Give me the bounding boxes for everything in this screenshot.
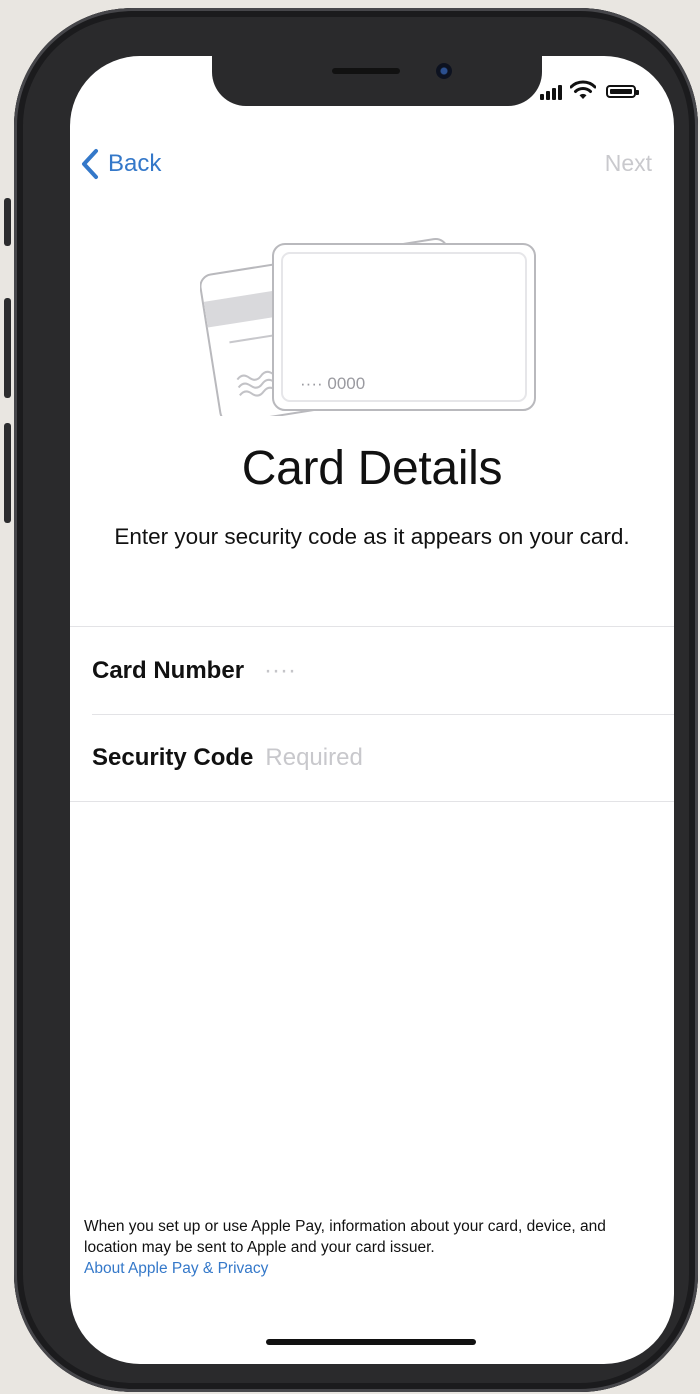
card-number-label: Card Number (92, 656, 245, 684)
chevron-left-icon (82, 149, 98, 179)
front-camera (436, 63, 452, 79)
page-subtitle: Enter your security code as it appears o… (114, 524, 630, 549)
card-number-row: Card Number ···· (70, 627, 674, 714)
home-indicator[interactable] (266, 1339, 476, 1345)
back-button[interactable]: Back (80, 146, 161, 182)
volume-up-button (4, 298, 11, 398)
next-button[interactable]: Next (605, 150, 652, 177)
page-title: Card Details (241, 442, 503, 495)
privacy-link[interactable]: About Apple Pay & Privacy (84, 1258, 268, 1279)
privacy-footer: When you set up or use Apple Pay, inform… (84, 1216, 652, 1279)
back-label: Back (108, 150, 162, 177)
wifi-icon (570, 80, 596, 99)
status-bar (540, 80, 650, 102)
screen: Back Next ···· 0000 Card Details Enter y… (70, 56, 674, 1364)
notch (212, 56, 542, 106)
credit-card-illustration: ···· 0000 (200, 237, 536, 416)
battery-icon (606, 85, 639, 98)
security-code-row[interactable]: Security Code (70, 714, 674, 801)
silent-switch (4, 198, 11, 246)
masked-card-number: ···· 0000 (300, 374, 365, 393)
card-number-value: ···· (264, 656, 296, 684)
privacy-notice: When you set up or use Apple Pay, inform… (84, 1218, 606, 1256)
card-details-form: Card Number ···· Security Code (70, 626, 674, 802)
security-code-label: Security Code (92, 743, 254, 771)
speaker-grille (332, 68, 400, 74)
volume-down-button (4, 423, 11, 523)
cellular-signal-icon (540, 85, 564, 100)
security-code-input[interactable] (265, 743, 566, 772)
phone-frame: Back Next ···· 0000 Card Details Enter y… (4, 8, 698, 1392)
